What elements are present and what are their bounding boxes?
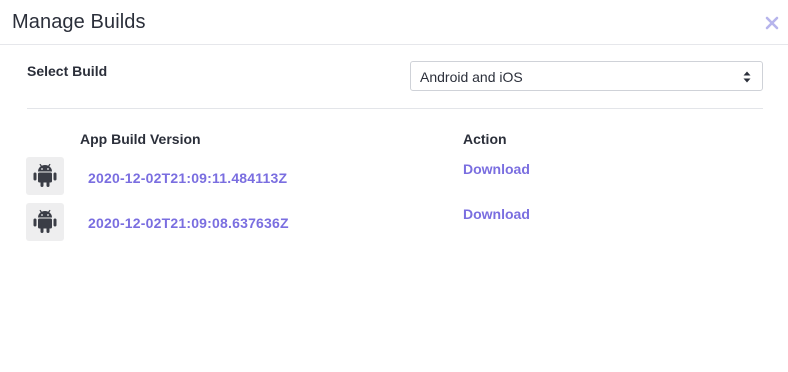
build-version-link[interactable]: 2020-12-02T21:09:11.484113Z [88,170,287,186]
table-row: 2020-12-02T21:09:11.484113Z Download [0,157,788,197]
sort-arrows-icon [743,71,751,83]
modal-title: Manage Builds [12,11,146,33]
download-link[interactable]: Download [463,206,530,222]
platform-tile [26,157,64,195]
manage-builds-modal: Manage Builds Select Build Android and i… [0,0,788,372]
column-header-action: Action [463,131,507,147]
build-version-link[interactable]: 2020-12-02T21:09:08.637636Z [88,215,289,231]
select-build-label: Select Build [27,63,108,79]
build-select-value: Android and iOS [420,69,523,85]
modal-header: Manage Builds [0,0,788,45]
close-button[interactable] [764,15,780,31]
android-icon [33,209,57,233]
build-select[interactable]: Android and iOS [410,61,763,91]
divider [27,108,763,109]
android-icon [33,163,57,187]
column-header-version: App Build Version [80,131,201,147]
table-row: 2020-12-02T21:09:08.637636Z Download [0,203,788,243]
platform-tile [26,203,64,241]
close-icon [765,16,779,30]
download-link[interactable]: Download [463,161,530,177]
